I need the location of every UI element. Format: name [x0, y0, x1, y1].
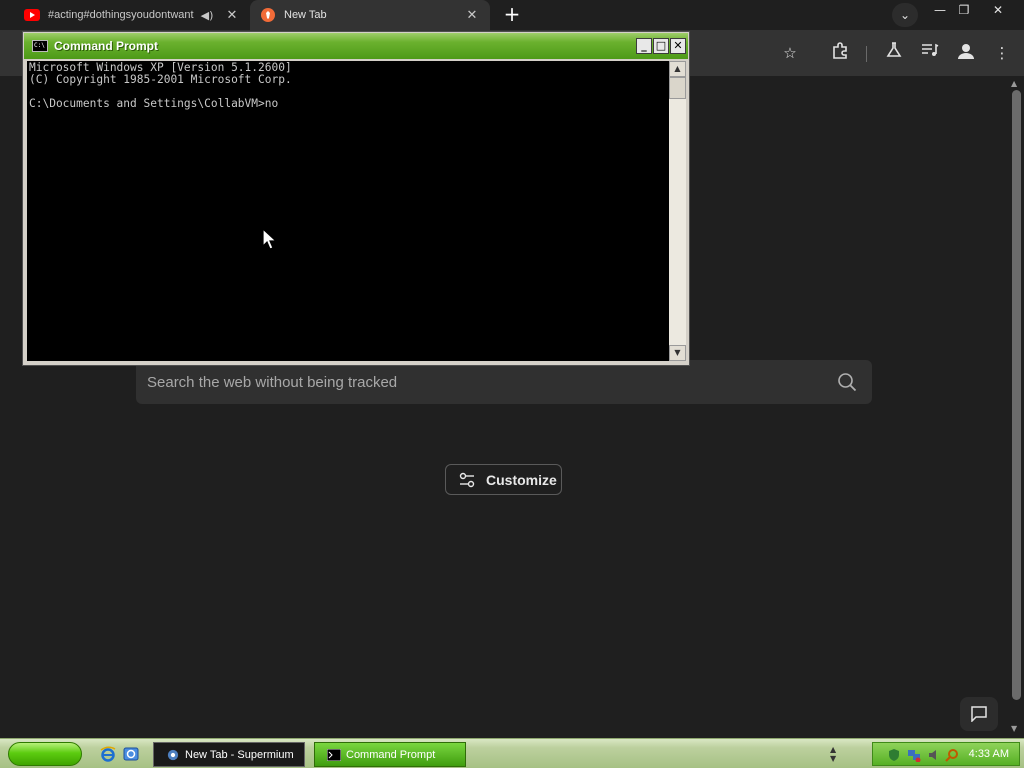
tab-bar: #acting#dothingsyoudontwant ◀) ✕ New Tab… [0, 0, 1024, 30]
page-scrollbar[interactable]: ▲ ▼ [1008, 76, 1024, 738]
cmd-icon: C:\ [32, 40, 48, 52]
shield-icon[interactable] [887, 748, 901, 762]
cmd-line: (C) Copyright 1985-2001 Microsoft Corp. [29, 73, 292, 86]
taskbar-task-new-tab[interactable]: New Tab - Supermium [153, 742, 305, 767]
cmd-line: C:\Documents and Settings\CollabVM>no [29, 97, 279, 110]
taskbar: New Tab - Supermium Command Prompt ▲ ▼ 4:… [0, 738, 1024, 768]
scroll-down-icon[interactable]: ▼ [1011, 724, 1017, 733]
task-label: New Tab - Supermium [185, 748, 294, 761]
minimize-icon[interactable]: — [929, 2, 951, 18]
close-icon[interactable]: ✕ [987, 2, 1009, 18]
brave-icon [260, 7, 276, 23]
network-icon[interactable] [907, 748, 921, 762]
tab-youtube[interactable]: #acting#dothingsyoudontwant ◀) ✕ [14, 0, 250, 30]
new-tab-button[interactable]: + [500, 3, 524, 27]
close-tab-icon[interactable]: ✕ [462, 8, 482, 23]
labs-icon[interactable] [883, 42, 905, 64]
search-tray-icon[interactable] [945, 748, 959, 762]
mouse-cursor-icon [262, 228, 278, 250]
profile-icon[interactable] [955, 42, 977, 64]
system-tray: 4:33 AM [872, 742, 1020, 766]
customize-button[interactable]: Customize [445, 464, 562, 495]
tab-new-tab[interactable]: New Tab ✕ [250, 0, 490, 30]
task-label: Command Prompt [346, 748, 436, 761]
scroll-up-icon[interactable]: ▲ [1011, 79, 1017, 88]
taskbar-task-command-prompt[interactable]: Command Prompt [314, 742, 466, 767]
cmd-scroll-thumb[interactable] [669, 77, 686, 99]
tray-expand-icon[interactable]: ▲ ▼ [830, 745, 836, 763]
tab-title: New Tab [284, 9, 327, 21]
chat-button[interactable] [960, 697, 998, 731]
cmd-title: Command Prompt [54, 39, 159, 53]
outlook-express-icon[interactable] [123, 746, 139, 762]
start-button[interactable] [8, 742, 82, 766]
internet-explorer-icon[interactable] [100, 746, 116, 762]
chevron-down-icon[interactable]: ⌄ [892, 3, 918, 27]
cmd-titlebar[interactable]: C:\ Command Prompt _ □ ✕ [24, 33, 688, 59]
supermium-icon [167, 749, 179, 760]
cmd-output: Microsoft Windows XP [Version 5.1.2600](… [29, 62, 292, 110]
tab-title: #acting#dothingsyoudontwant [48, 9, 194, 21]
customize-label: Customize [486, 471, 557, 488]
chat-icon [971, 706, 987, 722]
clock: 4:33 AM [968, 748, 1009, 760]
cmd-close-button[interactable]: ✕ [670, 38, 686, 54]
sliders-icon [459, 472, 475, 487]
star-icon[interactable]: ☆ [779, 42, 801, 64]
restore-icon[interactable]: ❐ [953, 2, 975, 18]
cmd-console[interactable]: Microsoft Windows XP [Version 5.1.2600](… [27, 61, 669, 361]
command-prompt-window[interactable]: C:\ Command Prompt _ □ ✕ Microsoft Windo… [22, 31, 690, 366]
youtube-icon [24, 7, 40, 23]
cmd-minimize-button[interactable]: _ [636, 38, 652, 54]
toolbar-divider [866, 46, 867, 62]
search-input[interactable] [147, 372, 827, 392]
media-controls-icon[interactable] [919, 42, 941, 64]
search-icon[interactable] [837, 372, 857, 392]
scroll-up-icon[interactable]: ▲ [669, 61, 686, 77]
cmd-maximize-button[interactable]: □ [653, 38, 669, 54]
close-tab-icon[interactable]: ✕ [222, 8, 242, 23]
scroll-down-icon[interactable]: ▼ [669, 345, 686, 361]
menu-icon[interactable]: ⋮ [991, 42, 1013, 64]
speaker-icon[interactable]: ◀) [198, 9, 216, 22]
volume-icon[interactable] [927, 748, 941, 762]
cmd-scrollbar[interactable]: ▲ ▼ [669, 61, 686, 361]
cmd-icon [327, 748, 341, 761]
scroll-thumb[interactable] [1012, 90, 1021, 700]
search-box[interactable] [136, 360, 872, 404]
extensions-icon[interactable] [829, 42, 851, 64]
